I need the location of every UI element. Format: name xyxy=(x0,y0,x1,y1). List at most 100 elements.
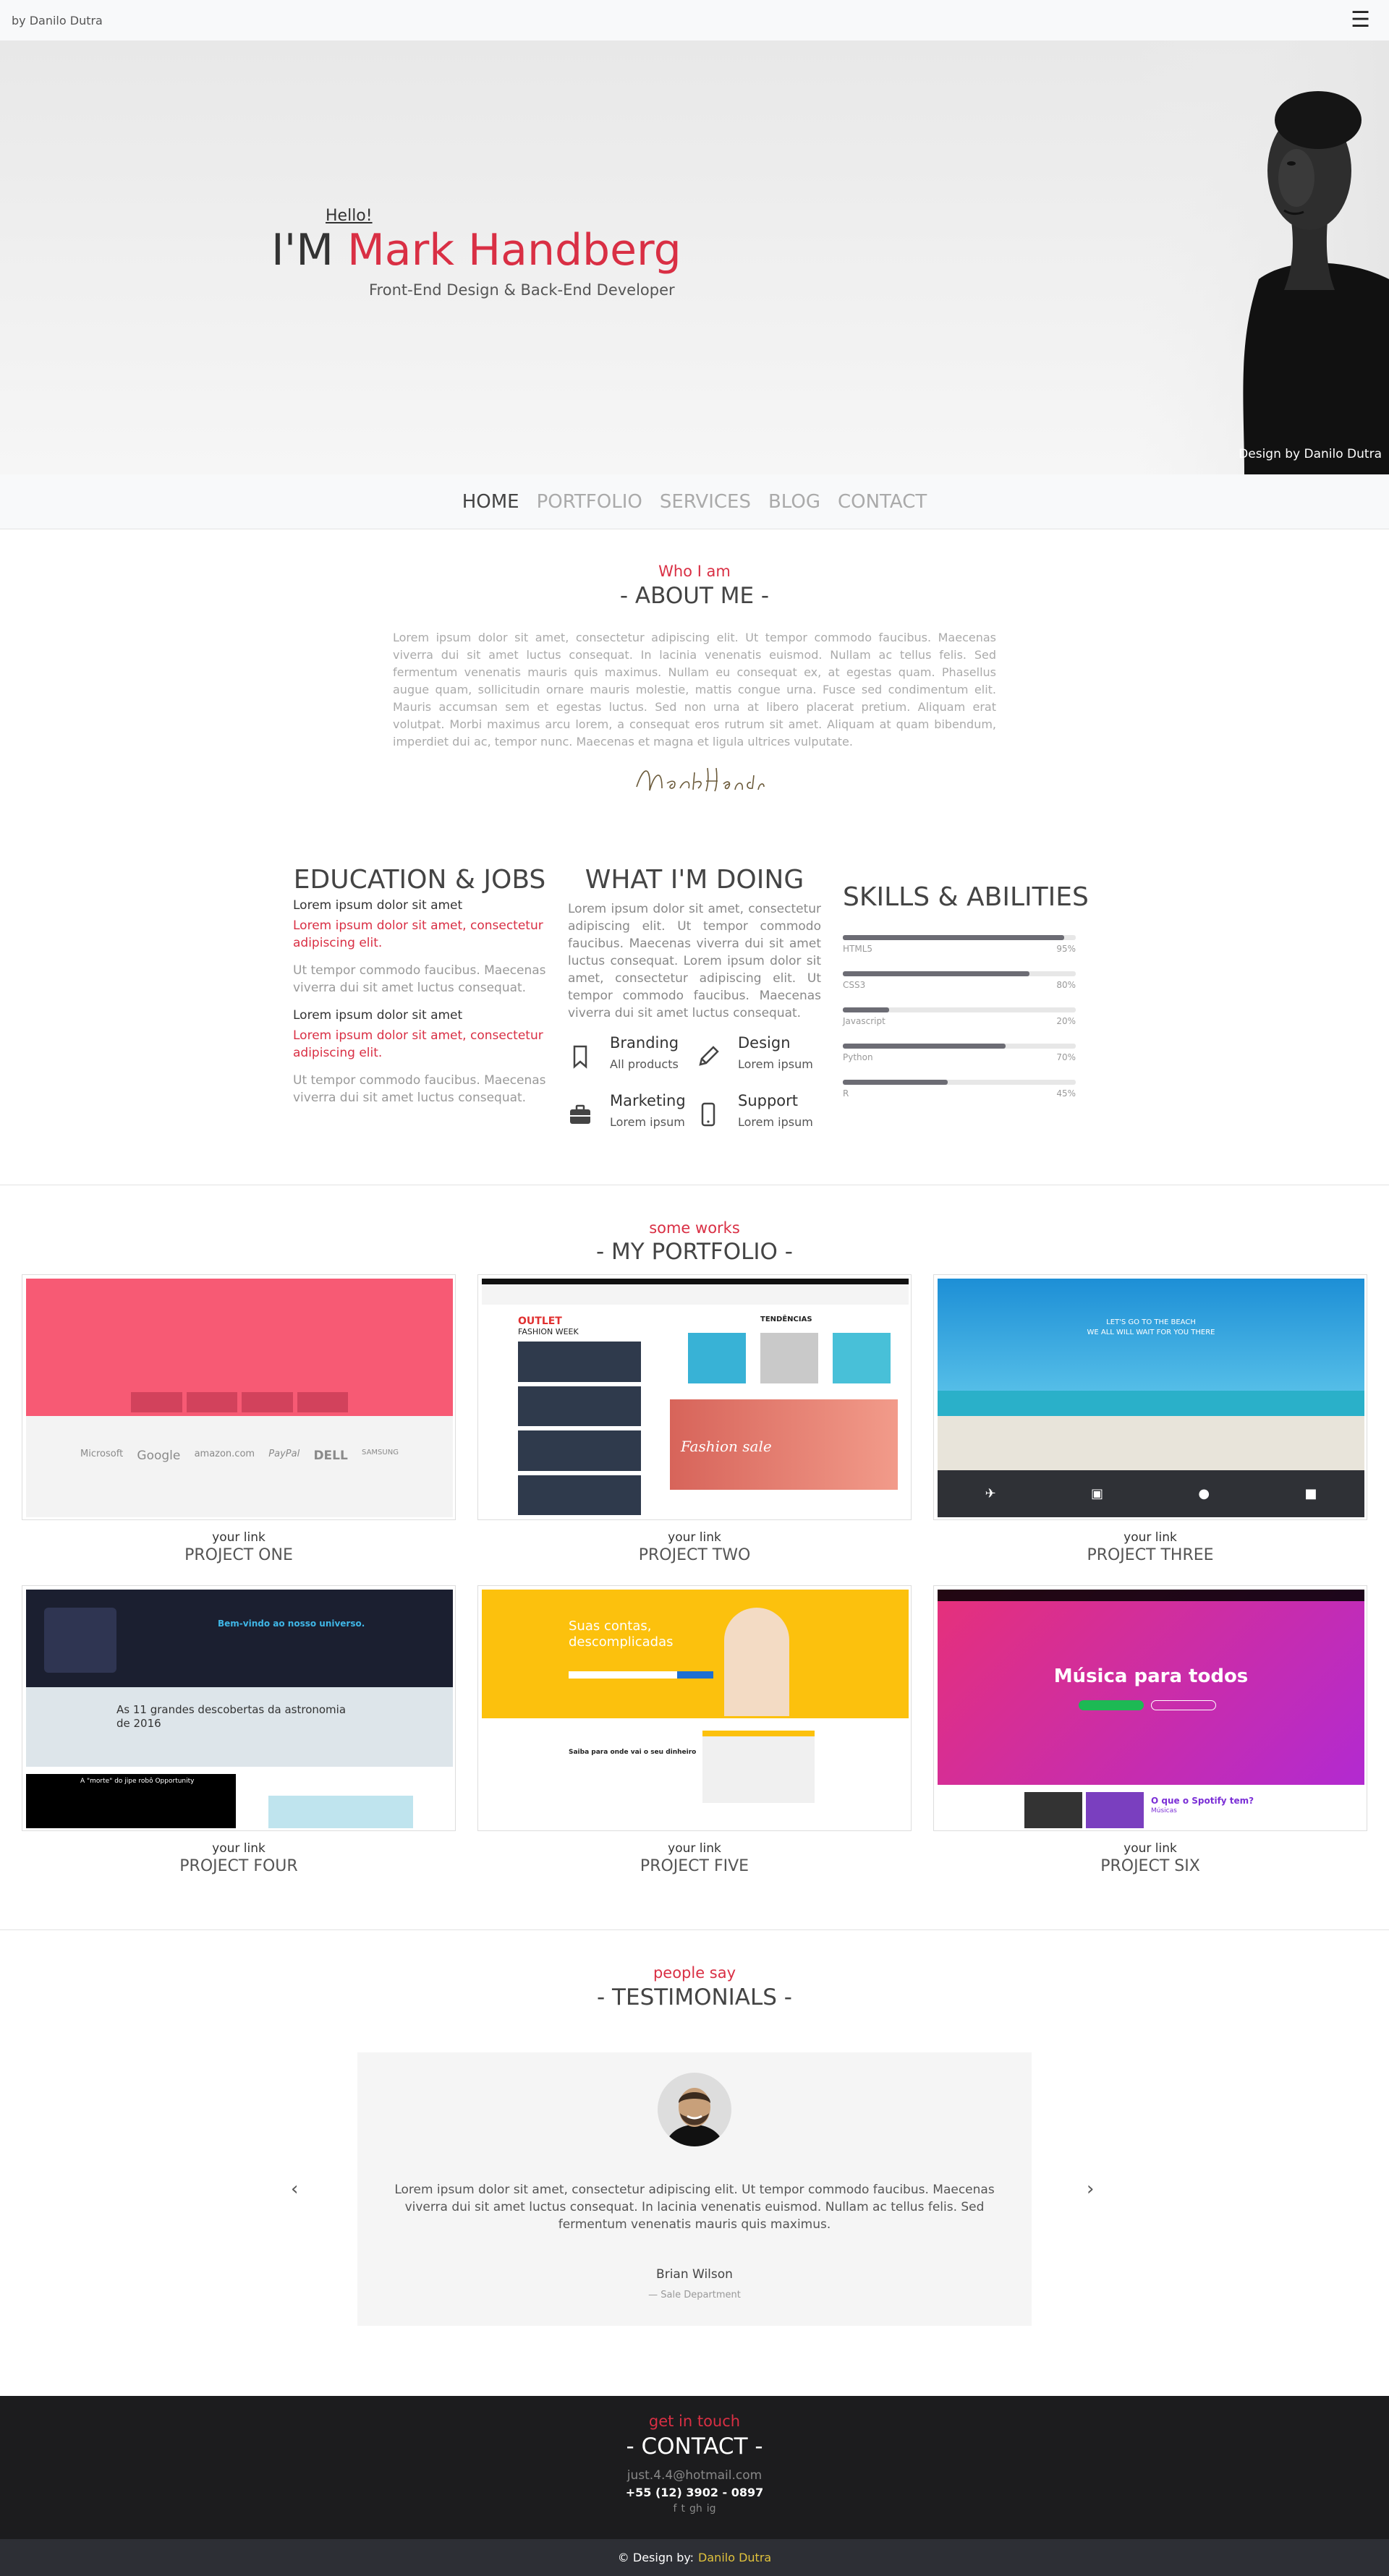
github-icon[interactable]: gh xyxy=(689,2503,702,2515)
nav-services[interactable]: SERVICES xyxy=(660,491,751,513)
facebook-icon[interactable]: f xyxy=(674,2503,677,2515)
skill-track xyxy=(843,935,1076,940)
thumb-list xyxy=(518,1342,641,1515)
service-sub: All products xyxy=(610,1057,679,1071)
contact-phone: +55 (12) 3902 - 0897 xyxy=(625,2486,764,2499)
project-link[interactable]: your link xyxy=(933,1841,1367,1856)
skill-bar: HTML5 95% xyxy=(843,935,1076,957)
service-title: Support xyxy=(738,1092,799,1109)
thumb-headline: LET'S GO TO THE BEACH xyxy=(1106,1318,1196,1326)
project-name: PROJECT ONE xyxy=(184,1546,293,1564)
thumb-sand xyxy=(938,1416,1364,1470)
brand-text[interactable]: by Danilo Dutra xyxy=(12,14,103,27)
hero-banner: Hello! I'M Mark Handberg Front-End Desig… xyxy=(0,40,1389,474)
thumb-illustration xyxy=(44,1608,116,1673)
service-title: Marketing xyxy=(610,1092,686,1109)
thumb-sub: WE ALL WILL WAIT FOR YOU THERE xyxy=(1087,1328,1215,1336)
testimonials-kicker: people say xyxy=(653,1964,736,1982)
briefcase-icon xyxy=(570,1104,590,1124)
avatar xyxy=(658,2073,731,2146)
education-list: Lorem ipsum dolor sit amet Lorem ipsum d… xyxy=(293,897,546,1117)
thumb-album-1 xyxy=(1024,1792,1082,1828)
signature-image xyxy=(636,767,765,792)
copyright-text: © Design by: xyxy=(617,2551,694,2564)
contact-kicker: get in touch xyxy=(648,2413,741,2430)
skill-name: CSS3 xyxy=(843,980,866,990)
carousel-next-icon[interactable]: › xyxy=(1087,2178,1094,2200)
testimonial-card: Lorem ipsum dolor sit amet, consectetur … xyxy=(357,2052,1032,2326)
skill-track xyxy=(843,1007,1076,1012)
hero-subtitle: Front-End Design & Back-End Developer xyxy=(369,281,675,299)
about-title: - ABOUT ME - xyxy=(619,583,770,609)
skill-percent: 20% xyxy=(1056,1016,1076,1026)
skill-name: HTML5 xyxy=(843,944,873,954)
doing-text: Lorem ipsum dolor sit amet, consectetur … xyxy=(568,902,821,1020)
thumb-illustration-2 xyxy=(268,1796,413,1828)
main-nav: HOME PORTFOLIO SERVICES BLOG CONTACT xyxy=(0,474,1389,529)
top-bar: by Danilo Dutra ☰ xyxy=(0,0,1389,40)
education-detail: Ut tempor commodo faucibus. Maecenas viv… xyxy=(293,963,546,995)
service-marketing: Marketing Lorem ipsum xyxy=(568,1092,698,1135)
project-thumbnail[interactable]: Suas contas, descomplicadas Saiba para o… xyxy=(477,1585,912,1831)
skill-percent: 80% xyxy=(1056,980,1076,990)
project-thumbnail[interactable]: LET'S GO TO THE BEACH WE ALL WILL WAIT F… xyxy=(933,1274,1367,1520)
service-sub: Lorem ipsum xyxy=(610,1115,685,1129)
service-support: Support Lorem ipsum xyxy=(696,1092,826,1135)
thumb-headline: Música para todos xyxy=(1053,1666,1249,1687)
thumb-sea xyxy=(938,1391,1364,1416)
thumb-cards xyxy=(131,1392,348,1412)
project-link[interactable]: your link xyxy=(22,1841,456,1856)
copyright-author[interactable]: Danilo Dutra xyxy=(698,2551,771,2564)
thumb-sale-text: Fashion sale xyxy=(681,1438,772,1455)
thumb-headline: Suas contas, descomplicadas xyxy=(569,1618,674,1650)
nav-portfolio[interactable]: PORTFOLIO xyxy=(537,491,642,513)
thumb-logos-band xyxy=(26,1416,453,1517)
instagram-icon[interactable]: ig xyxy=(707,2503,716,2515)
skill-fill xyxy=(843,1007,890,1012)
people-icon: ● xyxy=(1198,1486,1210,1501)
project-thumbnail[interactable]: Microsoft Google amazon.com PayPal DELL … xyxy=(22,1274,456,1520)
project-link[interactable]: your link xyxy=(477,1841,912,1856)
skill-fill xyxy=(843,935,1064,940)
contact-footer: get in touch - CONTACT - just.4.4@hotmai… xyxy=(0,2396,1389,2539)
hamburger-icon[interactable]: ☰ xyxy=(1351,9,1377,31)
skill-fill xyxy=(843,971,1029,976)
thumb-album-2 xyxy=(1086,1792,1144,1828)
education-heading: Lorem ipsum dolor sit amet xyxy=(293,898,463,913)
service-branding: Branding All products xyxy=(568,1034,698,1078)
education-detail: Ut tempor commodo faucibus. Maecenas viv… xyxy=(293,1073,546,1105)
thumb-nav xyxy=(938,1590,1364,1601)
nav-blog[interactable]: BLOG xyxy=(768,491,820,513)
portfolio-kicker: some works xyxy=(649,1219,740,1237)
nav-home[interactable]: HOME xyxy=(462,491,519,513)
contact-title: - CONTACT - xyxy=(626,2434,763,2460)
bag-icon: ■ xyxy=(1304,1486,1317,1501)
project-name: PROJECT THREE xyxy=(1087,1546,1214,1564)
project-name: PROJECT SIX xyxy=(1100,1857,1200,1875)
education-highlight: Lorem ipsum dolor sit amet, consectetur … xyxy=(293,918,543,950)
project-link[interactable]: your link xyxy=(22,1530,456,1545)
portfolio-title: - MY PORTFOLIO - xyxy=(596,1239,793,1265)
mobile-icon xyxy=(701,1102,715,1127)
twitter-icon[interactable]: t xyxy=(681,2503,685,2515)
skill-bar: Python 70% xyxy=(843,1044,1076,1065)
skills-title: SKILLS & ABILITIES xyxy=(843,882,1089,912)
logo-microsoft: Microsoft xyxy=(80,1449,124,1459)
project-thumbnail[interactable]: Música para todos O que o Spotify tem? M… xyxy=(933,1585,1367,1831)
contact-email[interactable]: just.4.4@hotmail.com xyxy=(0,2468,1389,2483)
plane-icon: ✈ xyxy=(985,1486,996,1501)
carousel-prev-icon[interactable]: ‹ xyxy=(291,2178,298,2200)
project-thumbnail[interactable]: Bem-vindo ao nosso universo. As 11 grand… xyxy=(22,1585,456,1831)
project-link[interactable]: your link xyxy=(477,1530,912,1545)
service-sub: Lorem ipsum xyxy=(738,1057,813,1071)
bookmark-icon xyxy=(573,1045,587,1069)
nav-contact[interactable]: CONTACT xyxy=(838,491,927,513)
thumb-btn-1 xyxy=(1079,1700,1144,1710)
logo-dell: DELL xyxy=(313,1449,348,1463)
thumb-trend-grid xyxy=(688,1333,891,1383)
about-kicker: Who I am xyxy=(658,563,731,580)
hero-name-accent: Mark Handberg xyxy=(347,225,681,276)
project-thumbnail[interactable]: OUTLET FASHION WEEK TENDÊNCIAS Fashion s… xyxy=(477,1274,912,1520)
project-link[interactable]: your link xyxy=(933,1530,1367,1545)
hero-credit: Design by Danilo Dutra xyxy=(1239,447,1382,461)
